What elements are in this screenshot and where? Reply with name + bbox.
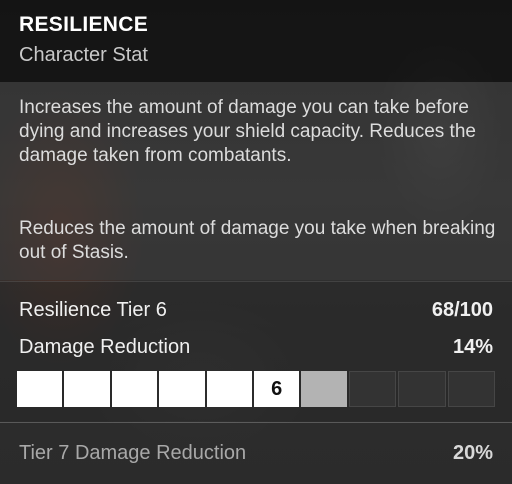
tier-value: 68/100 — [431, 299, 493, 321]
stat-description: Increases the amount of damage you can t… — [0, 82, 512, 280]
next-tier-label: Tier 7 Damage Reduction — [19, 442, 247, 464]
tier-progress-bar: 6 — [17, 371, 496, 407]
tier-segment-filled — [64, 371, 110, 407]
stat-details: Resilience Tier 6 68/100 Damage Reductio… — [0, 281, 512, 421]
stat-title: RESILIENCE — [19, 13, 149, 36]
tier-row: Resilience Tier 6 68/100 — [19, 299, 493, 325]
tier-segment-filled — [206, 371, 253, 407]
stat-subtitle: Character Stat — [19, 44, 148, 66]
damage-reduction-label: Damage Reduction — [19, 336, 191, 358]
next-tier-value: 20% — [452, 442, 493, 464]
description-paragraph-1: Increases the amount of damage you can t… — [19, 97, 476, 166]
tier-segment-empty — [398, 371, 446, 407]
tier-segment-partial — [301, 371, 347, 407]
tier-segment-filled — [17, 371, 63, 407]
damage-reduction-row: Damage Reduction 14% — [19, 336, 493, 362]
stat-tooltip: RESILIENCE Character Stat Increases the … — [0, 0, 512, 484]
tier-segment-filled — [111, 371, 158, 407]
tier-segment-empty — [447, 371, 496, 407]
next-tier-footer: Tier 7 Damage Reduction 20% — [0, 423, 512, 484]
description-paragraph-2: Reduces the amount of damage you take wh… — [19, 218, 496, 263]
next-tier-row: Tier 7 Damage Reduction 20% — [19, 442, 493, 468]
damage-reduction-value: 14% — [452, 336, 493, 358]
tier-label: Resilience Tier 6 — [19, 299, 167, 321]
current-tier-number: 6 — [271, 377, 283, 400]
tier-segment-empty — [348, 371, 397, 407]
tier-segment-current: 6 — [254, 371, 300, 407]
tooltip-header: RESILIENCE Character Stat — [0, 0, 512, 82]
tier-segment-filled — [159, 371, 205, 407]
